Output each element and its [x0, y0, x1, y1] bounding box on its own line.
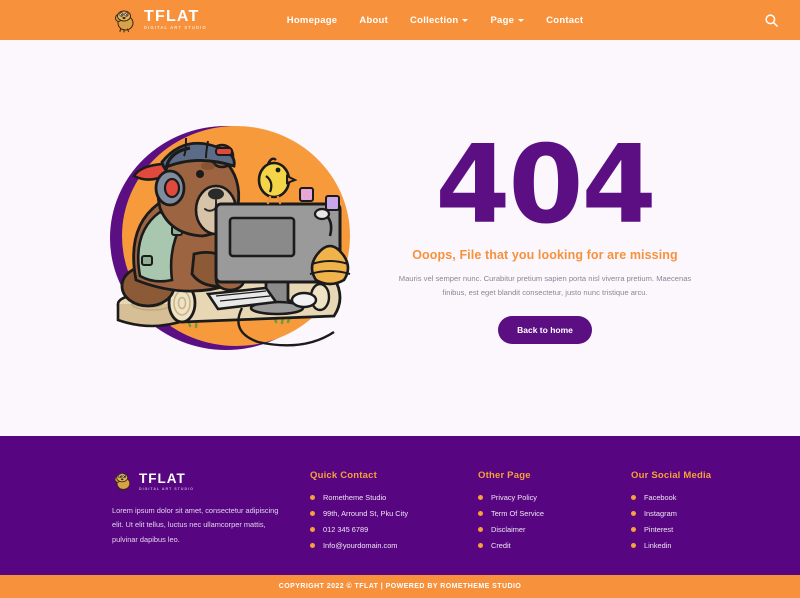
- nav-item-page[interactable]: Page: [490, 14, 525, 26]
- brand-tagline: DIGITAL ART STUDIO: [144, 25, 207, 31]
- list-item-label: Privacy Policy: [491, 493, 537, 502]
- footer-description: Lorem ipsum dolor sit amet, consectetur …: [112, 506, 279, 544]
- bullet-dot-icon: [478, 495, 483, 500]
- bullet-dot-icon: [631, 495, 636, 500]
- search-icon: [764, 13, 778, 27]
- bullet-dot-icon: [478, 543, 483, 548]
- copyright-bar: COPYRIGHT 2022 © TFLAT | POWERED BY ROME…: [0, 575, 800, 598]
- nav-item-homepage[interactable]: Homepage: [287, 15, 338, 26]
- bear-at-computer-illustration: [90, 108, 370, 368]
- list-item[interactable]: Linkedin: [631, 541, 751, 550]
- list-item-label: Credit: [491, 541, 511, 550]
- list-item-label: Facebook: [644, 493, 677, 502]
- footer-column-title: Other Page: [478, 470, 531, 481]
- bullet-dot-icon: [631, 527, 636, 532]
- search-button[interactable]: [760, 9, 782, 31]
- site-header: TFLAT DIGITAL ART STUDIO Homepage About …: [0, 0, 800, 40]
- bullet-dot-icon: [631, 543, 636, 548]
- nav-item-about[interactable]: About: [359, 15, 388, 26]
- list-item-label: Instagram: [644, 509, 677, 518]
- list-item-label: Term Of Service: [491, 509, 544, 518]
- list-item[interactable]: Rometheme Studio: [310, 493, 450, 502]
- list-item[interactable]: Term Of Service: [478, 509, 603, 518]
- footer-column-other-page: Other Page Privacy Policy Term Of Servic…: [478, 470, 603, 575]
- bullet-dot-icon: [310, 527, 315, 532]
- footer-column-title: Our Social Media: [631, 470, 712, 481]
- list-item-label: Rometheme Studio: [323, 493, 387, 502]
- list-item[interactable]: 012 345 6789: [310, 525, 450, 534]
- error-code: 404: [435, 123, 656, 249]
- nav-item-collection[interactable]: Collection: [410, 14, 469, 26]
- site-footer: TFLAT DIGITAL ART STUDIO Lorem ipsum dol…: [0, 436, 800, 575]
- list-item[interactable]: Instagram: [631, 509, 751, 518]
- other-page-list: Privacy Policy Term Of Service Disclaime…: [478, 493, 603, 550]
- footer-column-title: Quick Contact: [310, 470, 377, 481]
- error-description: Mauris vel semper nunc. Curabitur pretiu…: [398, 273, 692, 297]
- social-media-list: Facebook Instagram Pinterest Linkedin: [631, 493, 751, 550]
- footer-logo[interactable]: TFLAT DIGITAL ART STUDIO: [112, 470, 282, 492]
- list-item-label: Pinterest: [644, 525, 674, 534]
- footer-brand-name: TFLAT: [139, 470, 186, 486]
- brand-name: TFLAT: [144, 8, 200, 26]
- list-item-label: Disclaimer: [491, 525, 526, 534]
- bear-mascot-icon: [112, 470, 134, 492]
- bullet-dot-icon: [478, 527, 483, 532]
- footer-brand-column: TFLAT DIGITAL ART STUDIO Lorem ipsum dol…: [112, 470, 282, 575]
- chevron-down-icon: [462, 19, 469, 22]
- quick-contact-list: Rometheme Studio 99th, Arround St, Pku C…: [310, 493, 450, 550]
- bullet-dot-icon: [310, 511, 315, 516]
- list-item-label: Info@yourdomain.com: [323, 541, 398, 550]
- list-item[interactable]: Info@yourdomain.com: [310, 541, 450, 550]
- error-content: 404 Ooops, File that you looking for are…: [380, 123, 710, 344]
- footer-logo-text: TFLAT DIGITAL ART STUDIO: [139, 470, 194, 491]
- bullet-dot-icon: [310, 495, 315, 500]
- main-navigation: Homepage About Collection Page Contact: [287, 15, 584, 26]
- list-item-label: Linkedin: [644, 541, 672, 550]
- bullet-dot-icon: [478, 511, 483, 516]
- nav-label-collection: Collection: [410, 14, 459, 26]
- nav-item-contact[interactable]: Contact: [546, 15, 583, 26]
- list-item[interactable]: 99th, Arround St, Pku City: [310, 509, 450, 518]
- list-item[interactable]: Privacy Policy: [478, 493, 603, 502]
- bullet-dot-icon: [310, 543, 315, 548]
- nav-label-about: About: [359, 14, 389, 26]
- nav-label-homepage: Homepage: [286, 14, 338, 26]
- list-item[interactable]: Facebook: [631, 493, 751, 502]
- error-page-main: 404 Ooops, File that you looking for are…: [0, 40, 800, 436]
- footer-brand-tagline: DIGITAL ART STUDIO: [139, 486, 194, 491]
- list-item[interactable]: Disclaimer: [478, 525, 603, 534]
- footer-column-social-media: Our Social Media Facebook Instagram Pint…: [631, 470, 751, 575]
- back-to-home-button[interactable]: Back to home: [498, 315, 592, 344]
- error-tagline: Ooops, File that you looking for are mis…: [412, 247, 678, 262]
- nav-label-page: Page: [490, 14, 515, 26]
- header-logo[interactable]: TFLAT DIGITAL ART STUDIO: [112, 7, 207, 33]
- list-item-label: 012 345 6789: [323, 525, 369, 534]
- list-item-label: 99th, Arround St, Pku City: [323, 509, 409, 518]
- header-logo-text: TFLAT DIGITAL ART STUDIO: [144, 9, 207, 30]
- nav-label-contact: Contact: [546, 14, 584, 26]
- list-item[interactable]: Credit: [478, 541, 603, 550]
- bullet-dot-icon: [631, 511, 636, 516]
- bear-mascot-icon: [112, 7, 138, 33]
- footer-column-quick-contact: Quick Contact Rometheme Studio 99th, Arr…: [310, 470, 450, 575]
- chevron-down-icon: [518, 19, 525, 22]
- list-item[interactable]: Pinterest: [631, 525, 751, 534]
